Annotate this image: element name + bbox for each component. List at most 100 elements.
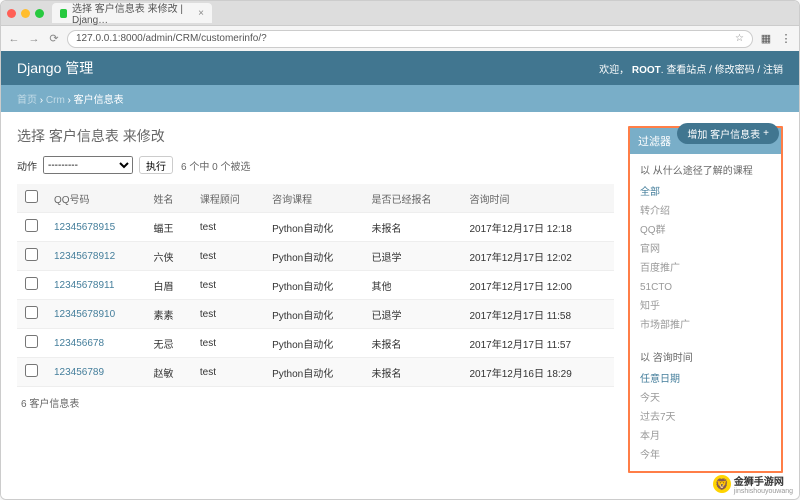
maximize-window-button[interactable] <box>35 9 44 18</box>
breadcrumb-home[interactable]: 首页 <box>17 95 37 106</box>
qq-link[interactable]: 12345678912 <box>54 251 115 262</box>
url-text: 127.0.0.1:8000/admin/CRM/customerinfo/? <box>76 33 267 44</box>
cell-time: 2017年12月17日 12:18 <box>462 213 615 242</box>
col-qq[interactable]: QQ号码 <box>46 184 146 213</box>
filter-item[interactable]: QQ群 <box>640 221 771 240</box>
filter-item[interactable]: 转介绍 <box>640 202 771 221</box>
col-advisor[interactable]: 课程顾问 <box>192 184 264 213</box>
browser-tab[interactable]: 选择 客户信息表 来修改 | Djang… × <box>52 3 212 23</box>
qq-link[interactable]: 12345678910 <box>54 309 115 320</box>
cell-name: 六侠 <box>146 242 192 271</box>
page-title: 选择 客户信息表 来修改 <box>17 126 614 146</box>
filter-group: 以 咨询时间任意日期今天过去7天本月今年 <box>630 341 781 471</box>
back-button[interactable]: ← <box>7 33 21 45</box>
cell-time: 2017年12月17日 11:58 <box>462 300 615 329</box>
row-checkbox[interactable] <box>25 335 38 348</box>
col-name[interactable]: 姓名 <box>146 184 192 213</box>
change-password-link[interactable]: 修改密码 <box>715 65 755 76</box>
add-button[interactable]: 增加 客户信息表 + <box>677 123 779 144</box>
cell-name: 白眉 <box>146 271 192 300</box>
col-course[interactable]: 咨询课程 <box>264 184 363 213</box>
cell-course: Python自动化 <box>264 242 363 271</box>
watermark-logo-icon: 🦁 <box>713 475 731 493</box>
filter-heading: 以 咨询时间 <box>640 349 771 364</box>
admin-header: Django 管理 欢迎， ROOT. 查看站点 / 修改密码 / 注销 <box>1 51 799 85</box>
go-button[interactable]: 执行 <box>139 156 173 174</box>
cell-course: Python自动化 <box>264 300 363 329</box>
site-name: Django 管理 <box>17 58 93 78</box>
row-checkbox[interactable] <box>25 306 38 319</box>
view-site-link[interactable]: 查看站点 <box>666 65 706 76</box>
breadcrumb-current: 客户信息表 <box>74 95 124 106</box>
tab-title: 选择 客户信息表 来修改 | Djang… <box>72 0 189 26</box>
object-tools: 增加 客户信息表 + <box>677 123 779 144</box>
table-row: 12345678912六侠testPython自动化已退学2017年12月17日… <box>17 242 614 271</box>
filter-item[interactable]: 任意日期 <box>640 370 771 389</box>
action-select[interactable]: --------- <box>43 156 133 174</box>
row-checkbox[interactable] <box>25 364 38 377</box>
table-row: 123456678无忌testPython自动化未报名2017年12月17日 1… <box>17 329 614 358</box>
watermark: 🦁 金狮手游网 jinshishouyouwang <box>713 473 793 495</box>
content-area: 选择 客户信息表 来修改 动作 --------- 执行 6 个中 0 个被选 … <box>1 112 799 487</box>
select-all-checkbox[interactable] <box>25 190 38 203</box>
table-row: 123456789赵敏testPython自动化未报名2017年12月16日 1… <box>17 358 614 387</box>
minimize-window-button[interactable] <box>21 9 30 18</box>
action-label: 动作 <box>17 158 37 173</box>
breadcrumbs: 首页 › Crm › 客户信息表 <box>1 85 799 112</box>
close-window-button[interactable] <box>7 9 16 18</box>
filter-item[interactable]: 今年 <box>640 446 771 465</box>
filter-heading: 以 从什么途径了解的课程 <box>640 162 771 177</box>
col-time[interactable]: 咨询时间 <box>462 184 615 213</box>
main-content: 选择 客户信息表 来修改 动作 --------- 执行 6 个中 0 个被选 … <box>17 126 614 473</box>
cell-signup: 已退学 <box>364 242 462 271</box>
filter-item[interactable]: 官网 <box>640 240 771 259</box>
qq-link[interactable]: 123456789 <box>54 367 104 378</box>
filter-item[interactable]: 全部 <box>640 183 771 202</box>
plus-icon: + <box>763 128 769 139</box>
filter-item[interactable]: 市场部推广 <box>640 316 771 335</box>
tab-strip: 选择 客户信息表 来修改 | Djang… × <box>1 1 799 25</box>
cell-course: Python自动化 <box>264 271 363 300</box>
filter-item[interactable]: 过去7天 <box>640 408 771 427</box>
table-row: 12345678911白眉testPython自动化其他2017年12月17日 … <box>17 271 614 300</box>
col-signup[interactable]: 是否已经报名 <box>364 184 462 213</box>
row-checkbox[interactable] <box>25 277 38 290</box>
bookmark-icon[interactable]: ☆ <box>735 33 744 44</box>
filter-item[interactable]: 知乎 <box>640 297 771 316</box>
row-checkbox[interactable] <box>25 248 38 261</box>
filter-item[interactable]: 今天 <box>640 389 771 408</box>
cell-signup: 其他 <box>364 271 462 300</box>
cell-time: 2017年12月16日 18:29 <box>462 358 615 387</box>
cell-course: Python自动化 <box>264 329 363 358</box>
row-checkbox[interactable] <box>25 219 38 232</box>
reload-button[interactable]: ⟳ <box>47 32 61 45</box>
cell-course: Python自动化 <box>264 358 363 387</box>
filter-item[interactable]: 百度推广 <box>640 259 771 278</box>
action-bar: 动作 --------- 执行 6 个中 0 个被选 <box>17 156 614 174</box>
qq-link[interactable]: 12345678911 <box>54 280 114 291</box>
table-row: 12345678915蝠王testPython自动化未报名2017年12月17日… <box>17 213 614 242</box>
result-count: 6 客户信息表 <box>17 387 614 418</box>
favicon-icon <box>60 9 67 18</box>
user-tools: 欢迎， ROOT. 查看站点 / 修改密码 / 注销 <box>599 61 783 76</box>
filter-item[interactable]: 51CTO <box>640 278 771 297</box>
extension-icon[interactable]: ▦ <box>759 32 773 45</box>
qq-link[interactable]: 12345678915 <box>54 222 115 233</box>
cell-time: 2017年12月17日 11:57 <box>462 329 615 358</box>
cell-time: 2017年12月17日 12:00 <box>462 271 615 300</box>
filter-item[interactable]: 本月 <box>640 427 771 446</box>
cell-name: 蝠王 <box>146 213 192 242</box>
cell-signup: 已退学 <box>364 300 462 329</box>
cell-name: 素素 <box>146 300 192 329</box>
menu-icon[interactable]: ⋮ <box>779 32 793 45</box>
breadcrumb-app[interactable]: Crm <box>46 95 65 106</box>
url-input[interactable]: 127.0.0.1:8000/admin/CRM/customerinfo/? … <box>67 30 753 48</box>
results-table: QQ号码 姓名 课程顾问 咨询课程 是否已经报名 咨询时间 1234567891… <box>17 184 614 387</box>
table-row: 12345678910素素testPython自动化已退学2017年12月17日… <box>17 300 614 329</box>
qq-link[interactable]: 123456678 <box>54 338 104 349</box>
forward-button[interactable]: → <box>27 33 41 45</box>
browser-window: 选择 客户信息表 来修改 | Djang… × ← → ⟳ 127.0.0.1:… <box>0 0 800 500</box>
cell-signup: 未报名 <box>364 213 462 242</box>
logout-link[interactable]: 注销 <box>763 65 783 76</box>
close-tab-icon[interactable]: × <box>198 8 204 19</box>
